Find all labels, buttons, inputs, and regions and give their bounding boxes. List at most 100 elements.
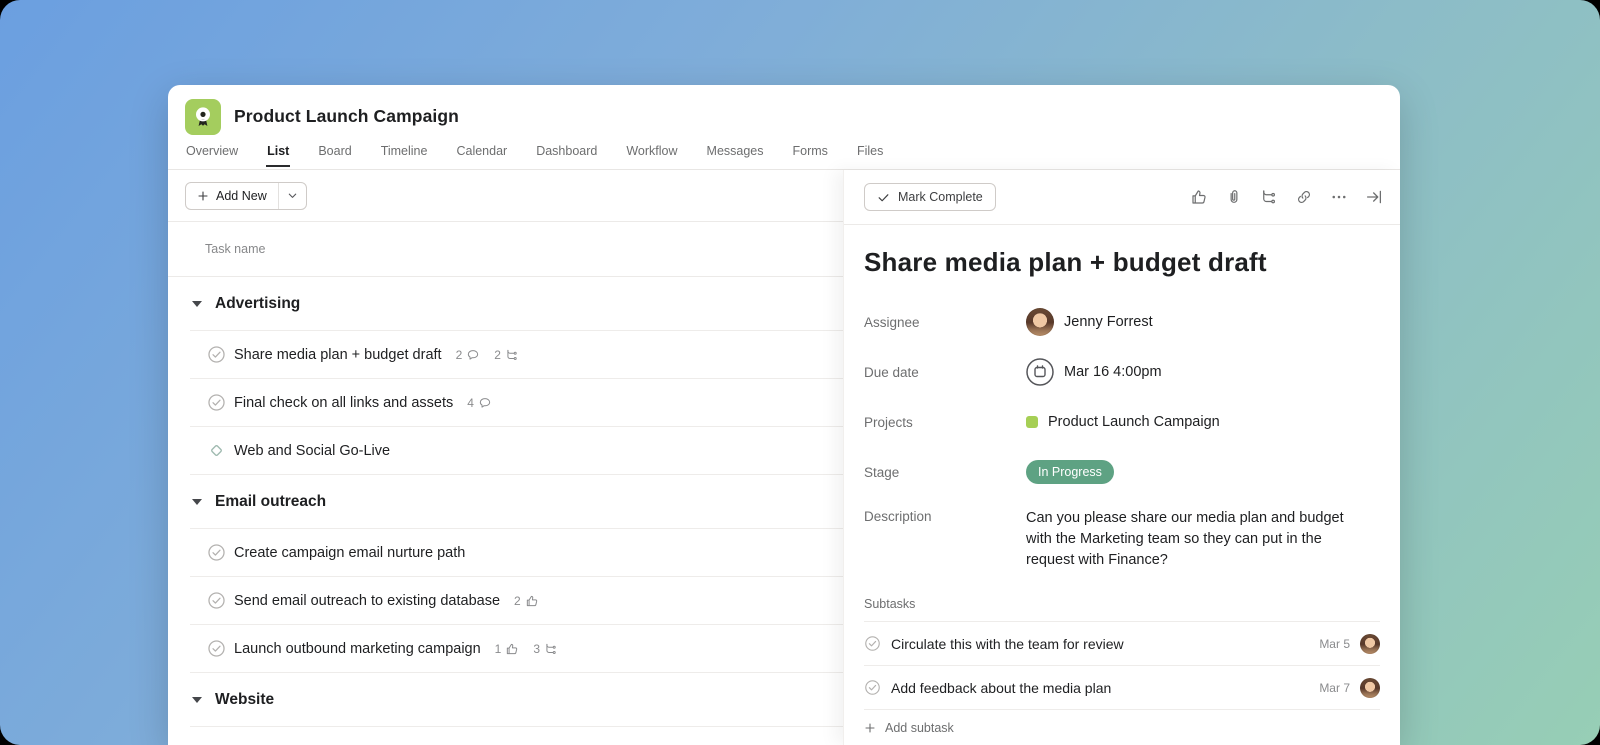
tab-calendar[interactable]: Calendar	[455, 141, 508, 167]
page-title: Product Launch Campaign	[234, 106, 459, 126]
section-header[interactable]: Website	[190, 673, 843, 727]
task-row[interactable]: Final check on all links and assets 4	[190, 379, 843, 427]
tab-list[interactable]: List	[266, 141, 290, 167]
tab-forms[interactable]: Forms	[792, 141, 829, 167]
description-field[interactable]: Description Can you please share our med…	[864, 508, 1380, 571]
meta-count: 4	[467, 395, 474, 410]
task-meta-like-icon: 1	[495, 642, 520, 656]
task-title[interactable]: Send email outreach to existing database	[234, 593, 500, 609]
chevron-down-icon	[288, 193, 296, 198]
task-row[interactable]: Launch outbound marketing campaign 1 3	[190, 625, 843, 673]
task-meta-comment-icon: 4	[467, 396, 492, 410]
check-circle-icon[interactable]	[864, 679, 881, 696]
mark-complete-label: Mark Complete	[898, 190, 983, 204]
check-circle-icon[interactable]	[207, 591, 226, 610]
detail-header: Mark Complete	[844, 170, 1400, 225]
app-window: Product Launch Campaign Overview List Boar…	[168, 85, 1400, 745]
description-label: Description	[864, 509, 932, 524]
meta-count: 2	[494, 347, 501, 362]
collapse-triangle-icon[interactable]	[192, 498, 202, 505]
check-circle-icon[interactable]	[207, 639, 226, 658]
subtask-row[interactable]: Add feedback about the media plan Mar 7	[864, 665, 1380, 709]
section-header[interactable]: Advertising	[190, 277, 843, 331]
check-circle-icon[interactable]	[864, 635, 881, 652]
add-new-button[interactable]: Add New	[185, 181, 307, 210]
section-name: Email outreach	[215, 492, 327, 510]
more-icon[interactable]	[1330, 188, 1348, 206]
subtask-rows: Circulate this with the team for review M…	[864, 621, 1380, 709]
task-meta-subtask-icon: 2	[494, 348, 519, 362]
task-row[interactable]: Web and Social Go-Live	[190, 427, 843, 475]
meta-count: 1	[494, 641, 502, 656]
collapse-pane-icon[interactable]	[1365, 188, 1383, 206]
tab-files[interactable]: Files	[856, 141, 884, 167]
attachment-icon[interactable]	[1225, 188, 1243, 206]
task-row[interactable]: Share media plan + budget draft 2 2	[190, 331, 843, 379]
tab-dashboard[interactable]: Dashboard	[535, 141, 598, 167]
project-header: Product Launch Campaign Overview List Boar…	[168, 85, 1400, 170]
check-icon	[878, 193, 889, 201]
detail-content: Share media plan + budget draft Assignee…	[844, 225, 1400, 745]
list-toolbar: Add New	[168, 170, 843, 222]
section-name: Website	[215, 690, 275, 708]
task-meta-like-icon: 2	[514, 594, 539, 608]
assignee-field[interactable]: Assignee Jenny Forrest	[864, 308, 1380, 336]
assignee-avatar	[1026, 308, 1054, 336]
due-date-value: Mar 16 4:00pm	[1064, 364, 1162, 380]
stage-badge[interactable]: In Progress	[1026, 460, 1114, 484]
desktop-background: Product Launch Campaign Overview List Boar…	[0, 0, 1600, 745]
check-circle-icon[interactable]	[207, 345, 226, 364]
like-icon[interactable]	[1190, 188, 1208, 206]
task-detail-title[interactable]: Share media plan + budget draft	[864, 247, 1380, 278]
task-title[interactable]: Create campaign email nurture path	[234, 545, 465, 561]
meta-count: 3	[533, 641, 541, 656]
section-name: Advertising	[215, 294, 301, 312]
task-row[interactable]: Send email outreach to existing database…	[190, 577, 843, 625]
calendar-icon	[1026, 358, 1054, 386]
stage-field[interactable]: Stage In Progress	[864, 458, 1380, 486]
due-date-field[interactable]: Due date Mar 16 4:00pm	[864, 358, 1380, 386]
description-text[interactable]: Can you please share our media plan and …	[1026, 508, 1366, 571]
milestone-icon[interactable]	[207, 441, 226, 460]
tab-overview[interactable]: Overview	[185, 141, 239, 167]
tab-messages[interactable]: Messages	[706, 141, 765, 167]
projects-field[interactable]: Projects Product Launch Campaign	[864, 408, 1380, 436]
subtask-due-date: Mar 7	[1319, 680, 1350, 695]
tab-board[interactable]: Board	[317, 141, 352, 167]
assignee-name: Jenny Forrest	[1064, 314, 1153, 330]
task-title[interactable]: Share media plan + budget draft	[234, 347, 442, 363]
subtask-row[interactable]: Circulate this with the team for review M…	[864, 621, 1380, 665]
task-meta-comment-icon: 2	[456, 348, 481, 362]
tab-timeline[interactable]: Timeline	[380, 141, 429, 167]
task-rows: Advertising Share media plan + budget dra…	[168, 277, 843, 745]
plus-icon	[198, 190, 208, 201]
subtask-icon[interactable]	[1260, 188, 1278, 206]
section-header[interactable]: Email outreach	[190, 475, 843, 529]
add-subtask-label: Add subtask	[885, 720, 954, 735]
task-title[interactable]: Final check on all links and assets	[234, 395, 453, 411]
add-new-dropdown[interactable]	[277, 182, 306, 209]
project-tabs: Overview List Board Timeline Calendar Dashboa…	[168, 141, 1400, 169]
add-subtask-button[interactable]: Add subtask	[864, 709, 1380, 745]
task-title[interactable]: Web and Social Go-Live	[234, 443, 390, 459]
subtask-title[interactable]: Circulate this with the team for review	[891, 636, 1319, 652]
collapse-triangle-icon[interactable]	[192, 300, 202, 307]
meta-count: 2	[455, 347, 463, 362]
check-circle-icon[interactable]	[207, 393, 226, 412]
subtask-assignee-avatar[interactable]	[1360, 677, 1380, 698]
mark-complete-button[interactable]: Mark Complete	[864, 183, 996, 211]
collapse-triangle-icon[interactable]	[192, 696, 202, 703]
project-name: Product Launch Campaign	[1048, 414, 1220, 430]
assignee-label: Assignee	[864, 315, 920, 330]
subtask-assignee-avatar[interactable]	[1360, 633, 1380, 654]
task-meta-subtask-icon: 3	[533, 642, 558, 656]
task-title[interactable]: Launch outbound marketing campaign	[234, 641, 481, 657]
subtask-title[interactable]: Add feedback about the media plan	[891, 680, 1319, 696]
check-circle-icon[interactable]	[207, 543, 226, 562]
link-icon[interactable]	[1295, 188, 1313, 206]
tab-workflow[interactable]: Workflow	[625, 141, 678, 167]
task-name-column-header: Task name	[168, 222, 843, 277]
project-ribbon-icon	[185, 98, 221, 135]
subtask-due-date: Mar 5	[1319, 636, 1350, 651]
task-row[interactable]: Create campaign email nurture path	[190, 529, 843, 577]
